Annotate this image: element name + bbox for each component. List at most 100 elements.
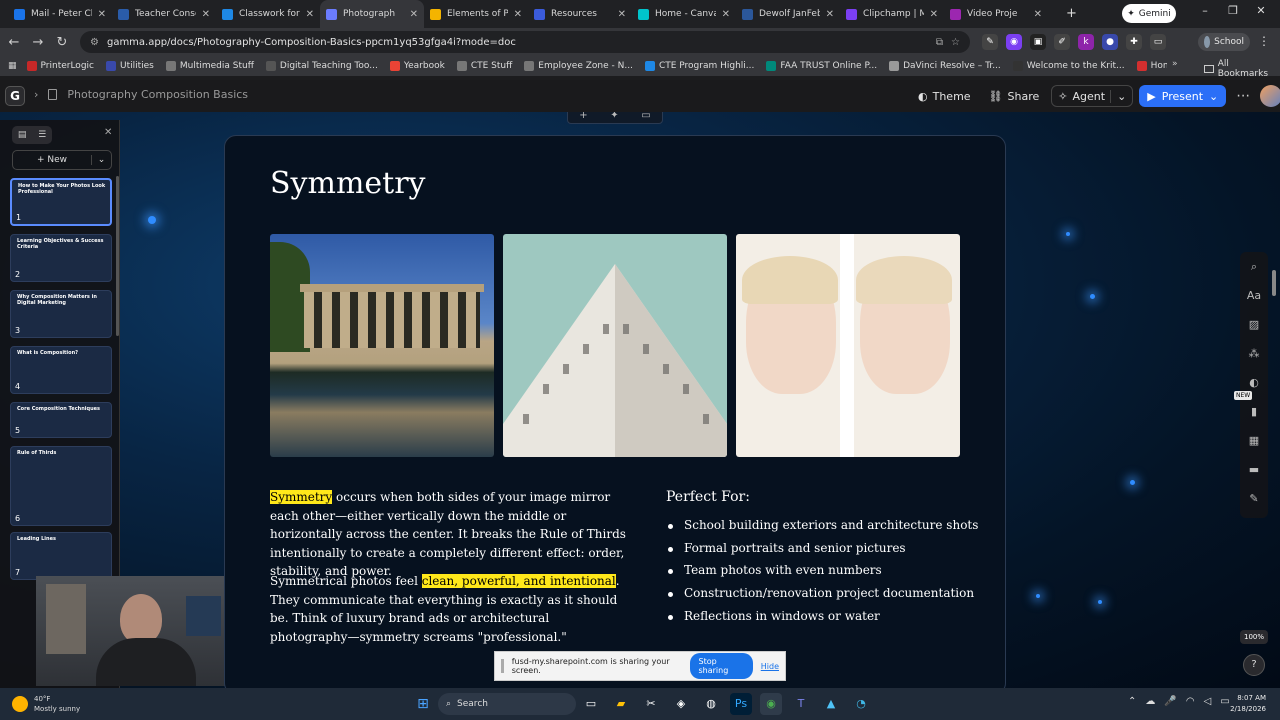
close-tab-icon[interactable]: ✕	[826, 9, 834, 20]
close-sidebar-icon[interactable]: ✕	[104, 127, 112, 138]
browser-menu-icon[interactable]: ⋮	[1258, 34, 1270, 48]
close-tab-icon[interactable]: ✕	[1034, 9, 1042, 20]
browser-tab[interactable]: Clipchamp | M3c ✕	[840, 0, 944, 28]
user-avatar[interactable]	[1260, 85, 1280, 107]
new-tab-button[interactable]: +	[1066, 6, 1077, 21]
portrait-photo[interactable]	[736, 234, 960, 457]
agent-dropdown-icon[interactable]: ⌄	[1110, 89, 1126, 103]
browser-tab[interactable]: Photograph ✕	[320, 0, 424, 28]
extensions-puzzle-icon[interactable]: ✚	[1126, 34, 1142, 50]
bookmark-item[interactable]: Yearbook	[389, 61, 445, 71]
blocks-icon[interactable]: ⁂	[1240, 339, 1268, 368]
text-icon[interactable]: Aa	[1240, 281, 1268, 310]
present-button[interactable]: ▶ Present ⌄	[1139, 85, 1227, 107]
close-tab-icon[interactable]: ✕	[410, 9, 418, 20]
bridge-photo[interactable]	[270, 234, 494, 457]
hide-link[interactable]: Hide	[761, 662, 779, 671]
more-options-icon[interactable]: ⋯	[1236, 88, 1250, 104]
bookmark-item[interactable]: PrinterLogic	[26, 61, 94, 71]
taskbar-search[interactable]: ⌕ Search	[438, 693, 576, 715]
symmetry-paragraph[interactable]: Symmetry occurs when both sides of your …	[270, 488, 630, 581]
bookmark-item[interactable]: CTE Program Highli...	[644, 61, 754, 71]
bookmark-item[interactable]: Employee Zone - N...	[524, 61, 633, 71]
extension-feather-icon[interactable]: ✐	[1054, 34, 1070, 50]
theme-button[interactable]: ◐ Theme	[912, 85, 977, 107]
browser-tab[interactable]: Home - Canva ✕	[632, 0, 736, 28]
snipping-tool-icon[interactable]: ✂	[640, 693, 662, 715]
perfect-for-heading[interactable]: Perfect For:	[666, 489, 750, 505]
bookmark-item[interactable]: Utilities	[105, 61, 154, 71]
url-bar[interactable]: ⚙ gamma.app/docs/Photography-Composition…	[80, 31, 970, 53]
split-view-icon[interactable]: ▭	[1150, 34, 1166, 50]
extension-pen-icon[interactable]: ✎	[982, 34, 998, 50]
close-tab-icon[interactable]: ✕	[930, 9, 938, 20]
bookmark-star-icon[interactable]: ☆	[951, 37, 960, 48]
perfect-for-item[interactable]: Construction/renovation project document…	[666, 586, 978, 609]
close-tab-icon[interactable]: ✕	[98, 9, 106, 20]
slide-thumbnail[interactable]: Why Composition Matters in Digital Marke…	[10, 290, 112, 338]
forward-icon[interactable]: →	[26, 35, 50, 50]
all-bookmarks[interactable]: All Bookmarks	[1204, 59, 1280, 79]
site-info-icon[interactable]: ⚙	[90, 37, 99, 48]
agent-button[interactable]: ✧ Agent ⌄	[1051, 85, 1134, 107]
photos-icon[interactable]: ▲	[820, 693, 842, 715]
file-explorer-icon[interactable]: ▰	[610, 693, 632, 715]
reload-icon[interactable]: ↻	[50, 35, 74, 50]
share-button[interactable]: ⛓ Share	[983, 85, 1046, 107]
volume-icon[interactable]: ◁	[1204, 696, 1212, 707]
bookmark-item[interactable]: CTE Stuff	[456, 61, 512, 71]
breadcrumb[interactable]: Photography Composition Basics	[67, 88, 248, 101]
close-window-icon[interactable]: ✕	[1250, 4, 1272, 17]
slide-thumbnail[interactable]: Leading Lines 7	[10, 532, 112, 580]
table-icon[interactable]: ▦	[1240, 426, 1268, 455]
show-hidden-icon[interactable]: ⌃	[1128, 696, 1136, 707]
layout-block-icon[interactable]: ▬	[1240, 455, 1268, 484]
slide-title[interactable]: Symmetry	[270, 166, 426, 201]
maximize-icon[interactable]: ❐	[1222, 4, 1244, 17]
extension-circle-icon[interactable]: ●	[1102, 34, 1118, 50]
browser-tab[interactable]: Mail - Peter Cha ✕	[8, 0, 112, 28]
back-icon[interactable]: ←	[2, 35, 26, 50]
present-dropdown-icon[interactable]: ⌄	[1209, 90, 1218, 103]
wifi-icon[interactable]: ◠	[1186, 696, 1195, 707]
minimize-icon[interactable]: –	[1194, 4, 1216, 17]
browser-tab[interactable]: Classwork for Di ✕	[216, 0, 320, 28]
browser-tab[interactable]: Resources ✕	[528, 0, 632, 28]
windows-start-icon[interactable]: ⊞	[412, 693, 434, 715]
building-photo[interactable]	[503, 234, 727, 457]
new-card-button[interactable]: + New ⌄	[12, 150, 112, 170]
bookmark-item[interactable]: Digital Teaching Too...	[265, 61, 378, 71]
chart-icon[interactable]: ▮ NEW	[1234, 391, 1268, 426]
new-dropdown-icon[interactable]: ⌄	[91, 155, 111, 165]
ai-edit-icon[interactable]: ✦	[610, 112, 618, 121]
onedrive-icon[interactable]: ☁	[1145, 696, 1155, 707]
extension-box-icon[interactable]: ▣	[1030, 34, 1046, 50]
bookmark-item[interactable]: Multimedia Stuff	[165, 61, 254, 71]
close-tab-icon[interactable]: ✕	[306, 9, 314, 20]
perfect-for-item[interactable]: School building exteriors and architectu…	[666, 518, 978, 541]
weather-widget[interactable]: 40°F Mostly sunny	[12, 694, 80, 714]
bookmark-item[interactable]: Welcome to the Krit...	[1012, 61, 1125, 71]
gamma-logo-icon[interactable]: G	[5, 86, 25, 106]
profile-chip[interactable]: School	[1198, 33, 1250, 51]
clock[interactable]: 8:07 AM 2/18/2026	[1226, 693, 1266, 715]
slide-thumbnail[interactable]: Core Composition Techniques 5	[10, 402, 112, 438]
slide-thumbnail[interactable]: What is Composition? 4	[10, 346, 112, 394]
more-bookmarks-icon[interactable]: »	[1172, 59, 1178, 69]
extension-purple-icon[interactable]: ◉	[1006, 34, 1022, 50]
help-button[interactable]: ?	[1243, 654, 1265, 676]
edge-icon[interactable]: ◔	[850, 693, 872, 715]
browser-tab[interactable]: Video Proje ✕	[944, 0, 1048, 28]
chrome-icon[interactable]: ◉	[760, 693, 782, 715]
install-icon[interactable]: ⧉	[936, 37, 943, 48]
bookmark-item[interactable]: FAA TRUST Online P...	[766, 61, 877, 71]
close-tab-icon[interactable]: ✕	[618, 9, 626, 20]
stop-sharing-button[interactable]: Stop sharing	[689, 653, 753, 679]
zoom-level[interactable]: 100%	[1240, 630, 1268, 644]
app-2-icon[interactable]: ◍	[700, 693, 722, 715]
page-scrollbar[interactable]	[1272, 270, 1276, 296]
photoshop-icon[interactable]: Ps	[730, 693, 752, 715]
drag-handle[interactable]	[501, 659, 504, 673]
gemini-button[interactable]: ✦ Gemini	[1122, 4, 1176, 23]
browser-tab[interactable]: Dewolf JanFeb (✕	[736, 0, 840, 28]
